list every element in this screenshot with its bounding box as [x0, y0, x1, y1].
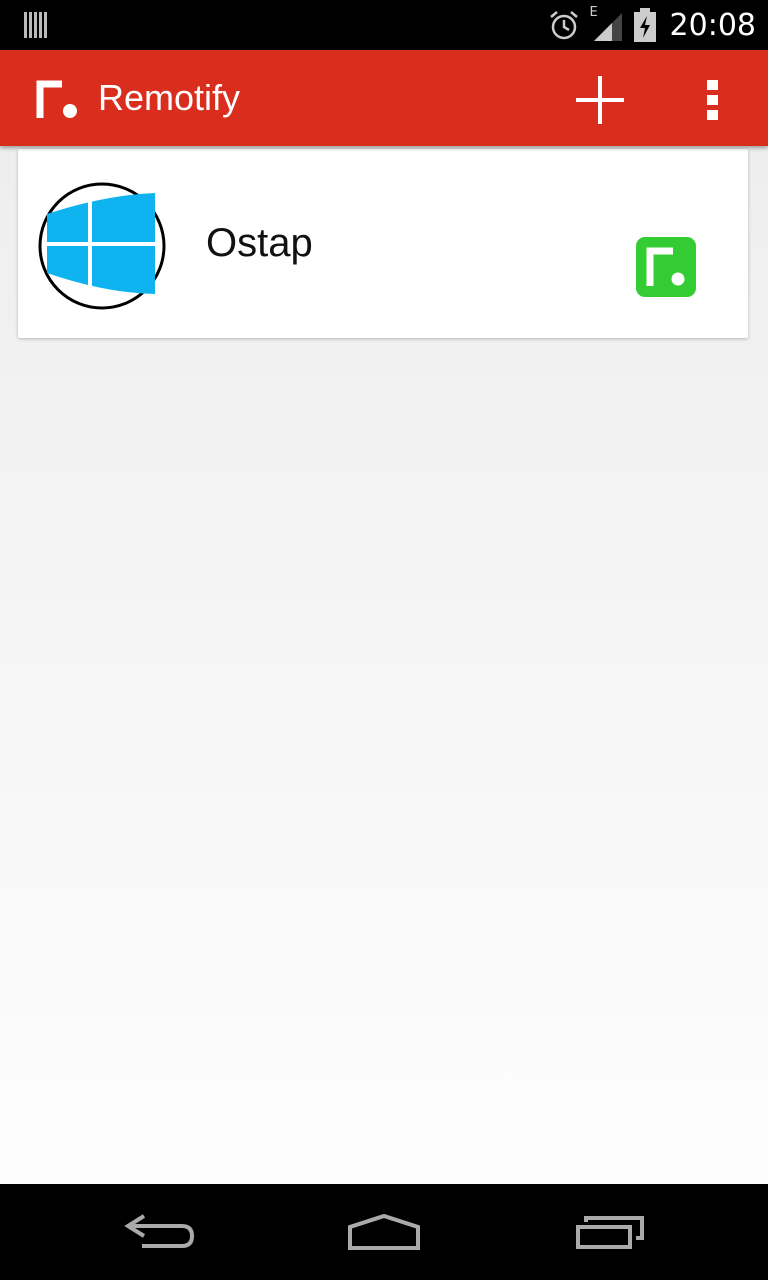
device-name: Ostap [206, 221, 313, 265]
status-bar: E 20:08 [0, 0, 768, 50]
remotify-logo-icon [36, 80, 77, 118]
system-nav-bar [0, 1184, 768, 1280]
alarm-icon [549, 11, 578, 40]
signal-icon: E [590, 5, 624, 41]
app-title: Remotify [98, 77, 241, 118]
back-button[interactable] [110, 1202, 210, 1262]
recents-button[interactable] [560, 1202, 660, 1262]
back-icon [124, 1214, 195, 1248]
add-icon [576, 76, 624, 124]
battery-charging-icon [633, 8, 656, 42]
device-list: Ostap [0, 146, 768, 1184]
notification-bars-icon [24, 12, 47, 38]
app-bar: Remotify [0, 50, 768, 146]
more-options-button[interactable] [690, 70, 736, 130]
status-icons: E 20:08 [548, 0, 756, 50]
recents-icon [576, 1216, 644, 1249]
more-vert-icon [707, 80, 718, 120]
windows-icon [38, 182, 166, 310]
device-card[interactable]: Ostap [18, 149, 748, 338]
remotify-connected-icon[interactable] [635, 236, 697, 298]
status-time: 20:08 [669, 7, 756, 43]
home-icon [348, 1213, 420, 1250]
add-button[interactable] [570, 70, 630, 130]
home-button[interactable] [334, 1202, 434, 1262]
